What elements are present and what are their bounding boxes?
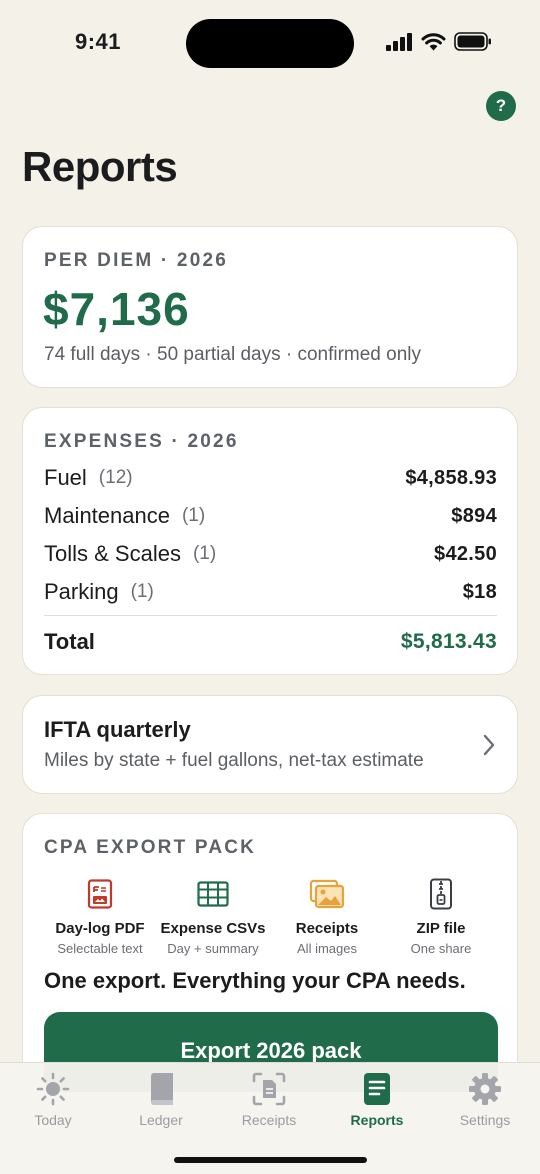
dynamic-island: [186, 19, 354, 68]
expense-label: Tolls & Scales: [44, 541, 181, 566]
expense-amount: $894: [451, 504, 497, 527]
expense-row-parking: Parking (1) $18: [44, 577, 497, 607]
help-button[interactable]: ?: [486, 91, 516, 121]
tab-label: Receipts: [241, 1112, 297, 1128]
report-icon: [364, 1073, 390, 1105]
feature-subtitle: Day + summary: [167, 941, 259, 956]
expense-row-fuel: Fuel (12) $4,858.93: [44, 463, 497, 493]
expense-count: (1): [192, 543, 217, 564]
page-title: Reports: [22, 143, 178, 190]
feature-subtitle: All images: [297, 941, 357, 956]
tab-receipts[interactable]: Receipts: [219, 1071, 319, 1128]
tab-label: Ledger: [139, 1112, 183, 1128]
expense-total-row: Total $5,813.43: [44, 627, 497, 657]
receipt-scan-icon: [252, 1072, 286, 1106]
expense-divider: [44, 615, 497, 616]
ifta-subtitle: Miles by state + fuel gallons, net-tax e…: [44, 750, 424, 771]
feature-title: ZIP file: [416, 920, 466, 937]
home-indicator: [174, 1157, 367, 1163]
feature-subtitle: One share: [410, 941, 472, 956]
ifta-quarterly-card[interactable]: IFTA quarterly Miles by state + fuel gal…: [22, 695, 518, 794]
per-diem-card: PER DIEM · 2026 $7,136 74 full days · 50…: [22, 226, 518, 388]
book-icon: [151, 1073, 173, 1106]
expense-count: (1): [181, 505, 206, 526]
expense-row-maintenance: Maintenance (1) $894: [44, 501, 497, 531]
expense-label: Fuel: [44, 465, 87, 490]
battery-icon: [454, 32, 491, 51]
signal-icon: [386, 32, 412, 51]
feature-title: Day-log PDF: [55, 920, 145, 937]
cpa-tagline: One export. Everything your CPA needs.: [44, 968, 466, 993]
expense-count: (12): [98, 467, 133, 488]
gear-icon: [469, 1073, 501, 1105]
per-diem-amount: $7,136: [43, 283, 190, 335]
expense-amount: $42.50: [434, 542, 497, 565]
expense-label: Maintenance: [44, 503, 170, 528]
spreadsheet-icon: [197, 881, 229, 907]
ifta-title: IFTA quarterly: [44, 717, 191, 742]
status-bar: 9:41: [0, 0, 540, 88]
per-diem-subtitle: 74 full days · 50 partial days · confirm…: [44, 344, 422, 365]
feature-zip-file: ZIP file One share: [381, 878, 501, 956]
per-diem-eyebrow: PER DIEM · 2026: [44, 250, 228, 271]
status-time: 9:41: [75, 29, 122, 54]
expense-amount: $4,858.93: [405, 466, 497, 489]
tab-ledger[interactable]: Ledger: [111, 1071, 211, 1128]
expense-amount: $18: [462, 580, 497, 603]
expenses-card: EXPENSES · 2026 Fuel (12) $4,858.93 Main…: [22, 407, 518, 675]
feature-title: Receipts: [295, 920, 359, 937]
chevron-right-icon: [483, 734, 495, 756]
feature-expense-csvs: Expense CSVs Day + summary: [153, 878, 273, 956]
tab-label: Reports: [350, 1112, 404, 1128]
wifi-icon: [421, 33, 446, 51]
status-icons: [386, 32, 492, 51]
tab-today[interactable]: Today: [3, 1071, 103, 1128]
tab-settings[interactable]: Settings: [435, 1071, 535, 1128]
expenses-eyebrow: EXPENSES · 2026: [44, 431, 239, 452]
tab-reports[interactable]: Reports: [327, 1071, 427, 1128]
feature-title: Expense CSVs: [160, 920, 266, 937]
images-icon: [309, 879, 345, 909]
feature-subtitle: Selectable text: [57, 941, 143, 956]
tab-label: Today: [34, 1112, 72, 1128]
cpa-eyebrow: CPA EXPORT PACK: [44, 837, 257, 858]
feature-day-log-pdf: Day-log PDF Selectable text: [40, 878, 160, 956]
tab-label: Settings: [459, 1112, 511, 1128]
expense-row-tolls: Tolls & Scales (1) $42.50: [44, 539, 497, 569]
feature-receipts: Receipts All images: [267, 878, 387, 956]
expense-label: Parking: [44, 579, 119, 604]
expense-total-label: Total: [44, 629, 95, 654]
zip-icon: [430, 878, 452, 910]
expense-count: (1): [130, 581, 154, 602]
expense-total-amount: $5,813.43: [400, 630, 497, 653]
pdf-icon: [87, 879, 113, 909]
sun-icon: [36, 1072, 70, 1106]
